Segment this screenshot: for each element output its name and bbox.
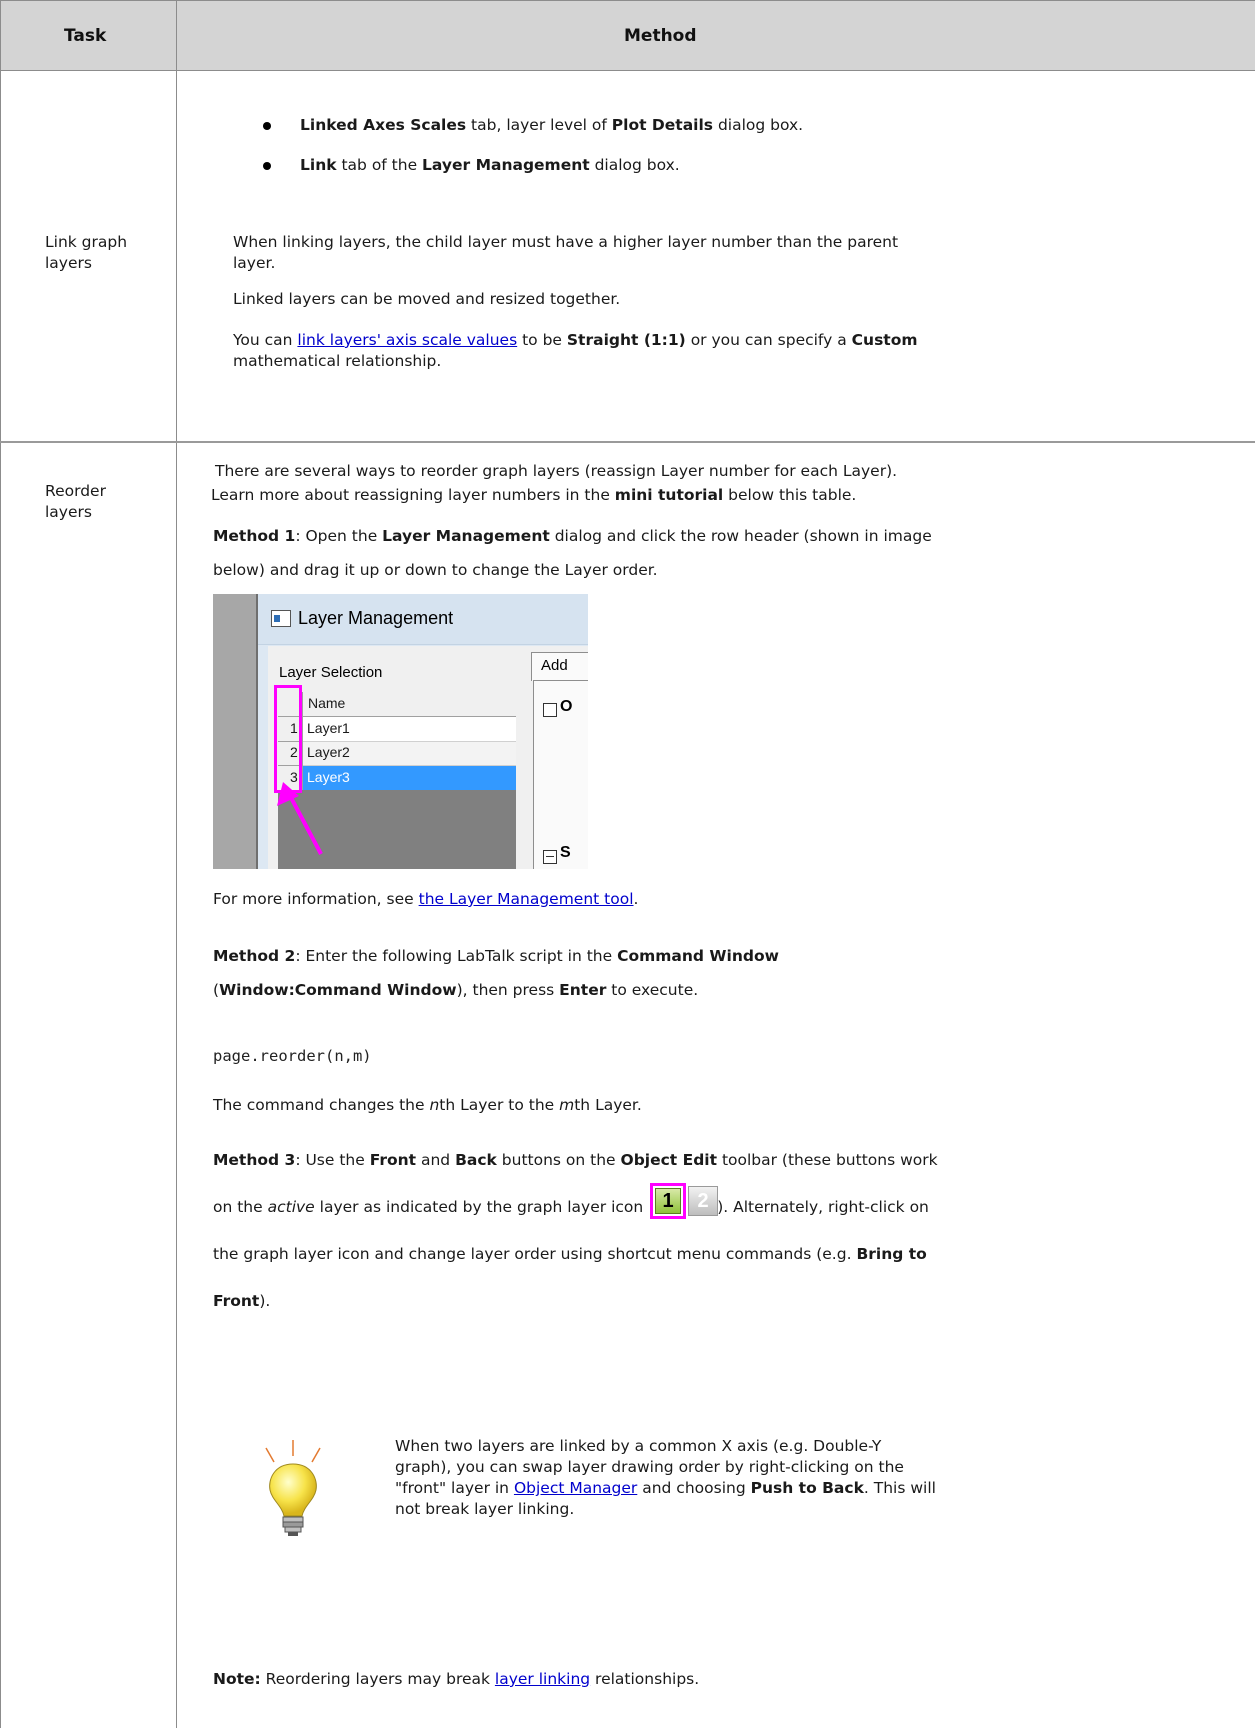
row-divider (0, 441, 1255, 443)
table-left-border (0, 0, 1, 1728)
labtalk-code: page.reorder(n,m) (213, 1047, 372, 1065)
method2-paragraph: Method 2: Enter the following LabTalk sc… (213, 947, 779, 999)
more-info-line: For more information, see the Layer Mana… (213, 890, 639, 908)
note-line: Note: Reordering layers may break layer … (213, 1670, 700, 1688)
reorder-intro-line2: Learn more about reassigning layer numbe… (211, 486, 857, 504)
reorder-intro-line1: There are several ways to reorder graph … (215, 462, 898, 480)
header-method: Method (624, 26, 697, 46)
header-bottom-border (0, 70, 1255, 71)
tip-text: When two layers are linked by a common X… (395, 1437, 936, 1518)
bullet-link-tab: Link tab of the Layer Management dialog … (300, 156, 680, 174)
method3-paragraph: Method 3: Use the Front and Back buttons… (213, 1151, 938, 1310)
layer-2-icon[interactable]: 2 (688, 1186, 718, 1216)
table-top-border (0, 0, 1255, 1)
command-description: The command changes the nth Layer to the… (213, 1096, 642, 1114)
linking-child-note: When linking layers, the child layer mus… (233, 233, 899, 272)
bullet-dot (263, 122, 271, 130)
layer-management-screenshot: Layer Management Layer Selection Add O S… (213, 594, 588, 869)
lightbulb-icon (265, 1440, 321, 1536)
header-task: Task (64, 26, 107, 46)
graph-layer-icon[interactable]: 1 2 (650, 1183, 724, 1219)
bullet-dot (263, 162, 271, 170)
linked-move-note: Linked layers can be moved and resized t… (233, 290, 621, 308)
drag-arrow-icon (277, 782, 323, 855)
object-manager-link[interactable]: Object Manager (514, 1479, 637, 1497)
bullet-linked-axes-scales: Linked Axes Scales tab, layer level of P… (300, 116, 804, 134)
method1-paragraph: Method 1: Open the Layer Management dial… (213, 527, 932, 579)
link-axis-scale-paragraph: You can link layers' axis scale values t… (233, 331, 918, 370)
task-cell-reorder: Reorder layers (45, 482, 106, 521)
task-cell-link: Link graph layers (45, 233, 128, 272)
layer-management-tool-link[interactable]: the Layer Management tool (419, 890, 634, 908)
column-divider (176, 0, 177, 1728)
layer-linking-link[interactable]: layer linking (495, 1670, 590, 1688)
link-axis-scale-link[interactable]: link layers' axis scale values (297, 331, 517, 349)
layer-1-icon[interactable]: 1 (655, 1188, 681, 1214)
